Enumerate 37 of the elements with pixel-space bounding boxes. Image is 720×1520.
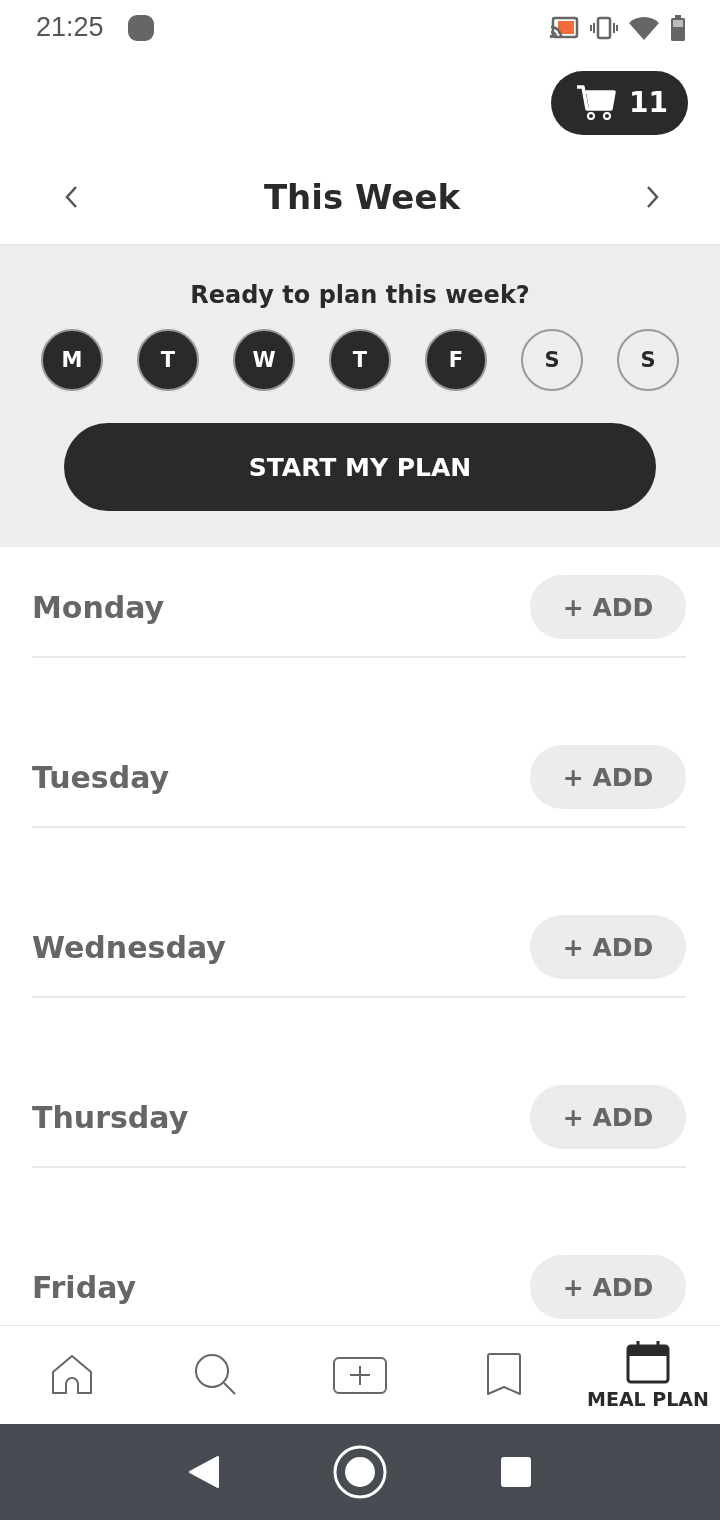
day-toggle[interactable]: S	[521, 329, 583, 391]
add-meal-button[interactable]: + ADD	[530, 575, 686, 639]
back-icon[interactable]	[188, 1455, 220, 1489]
recents-icon[interactable]	[500, 1456, 532, 1488]
cast-icon	[548, 14, 580, 41]
previous-week-button[interactable]	[64, 184, 80, 210]
day-name: Wednesday	[32, 929, 226, 965]
bookmark-icon	[486, 1353, 522, 1397]
add-meal-button[interactable]: + ADD	[530, 745, 686, 809]
battery-icon	[670, 13, 686, 42]
day-name: Tuesday	[32, 759, 170, 795]
notification-icon	[127, 14, 154, 41]
home-button-icon[interactable]	[332, 1444, 388, 1500]
day-toggle[interactable]: T	[137, 329, 199, 391]
cart-icon	[575, 83, 618, 122]
add-meal-button[interactable]: + ADD	[530, 915, 686, 979]
add-icon	[333, 1355, 387, 1395]
plan-prompt: Ready to plan this week?	[190, 281, 530, 309]
wifi-icon	[628, 14, 660, 41]
day-name: Thursday	[32, 1099, 189, 1135]
cart-button[interactable]: 11	[551, 70, 688, 135]
day-toggle[interactable]: W	[233, 329, 295, 391]
day-toggle[interactable]: F	[425, 329, 487, 391]
day-name: Monday	[32, 589, 165, 625]
day-name: Friday	[32, 1269, 136, 1305]
add-meal-button[interactable]: + ADD	[530, 1085, 686, 1149]
calendar-icon	[626, 1340, 670, 1384]
week-title: This Week	[263, 177, 461, 217]
calendar-tab[interactable]: MEAL PLAN	[576, 1326, 720, 1424]
add-meal-button[interactable]: + ADD	[530, 1255, 686, 1319]
status-time: 21:25	[36, 12, 104, 43]
start-plan-button[interactable]: START MY PLAN	[64, 423, 656, 511]
next-week-button[interactable]	[644, 184, 660, 210]
day-toggle[interactable]: T	[329, 329, 391, 391]
day-toggle[interactable]: S	[617, 329, 679, 391]
vibrate-icon	[590, 14, 618, 41]
day-toggle[interactable]: M	[41, 329, 103, 391]
